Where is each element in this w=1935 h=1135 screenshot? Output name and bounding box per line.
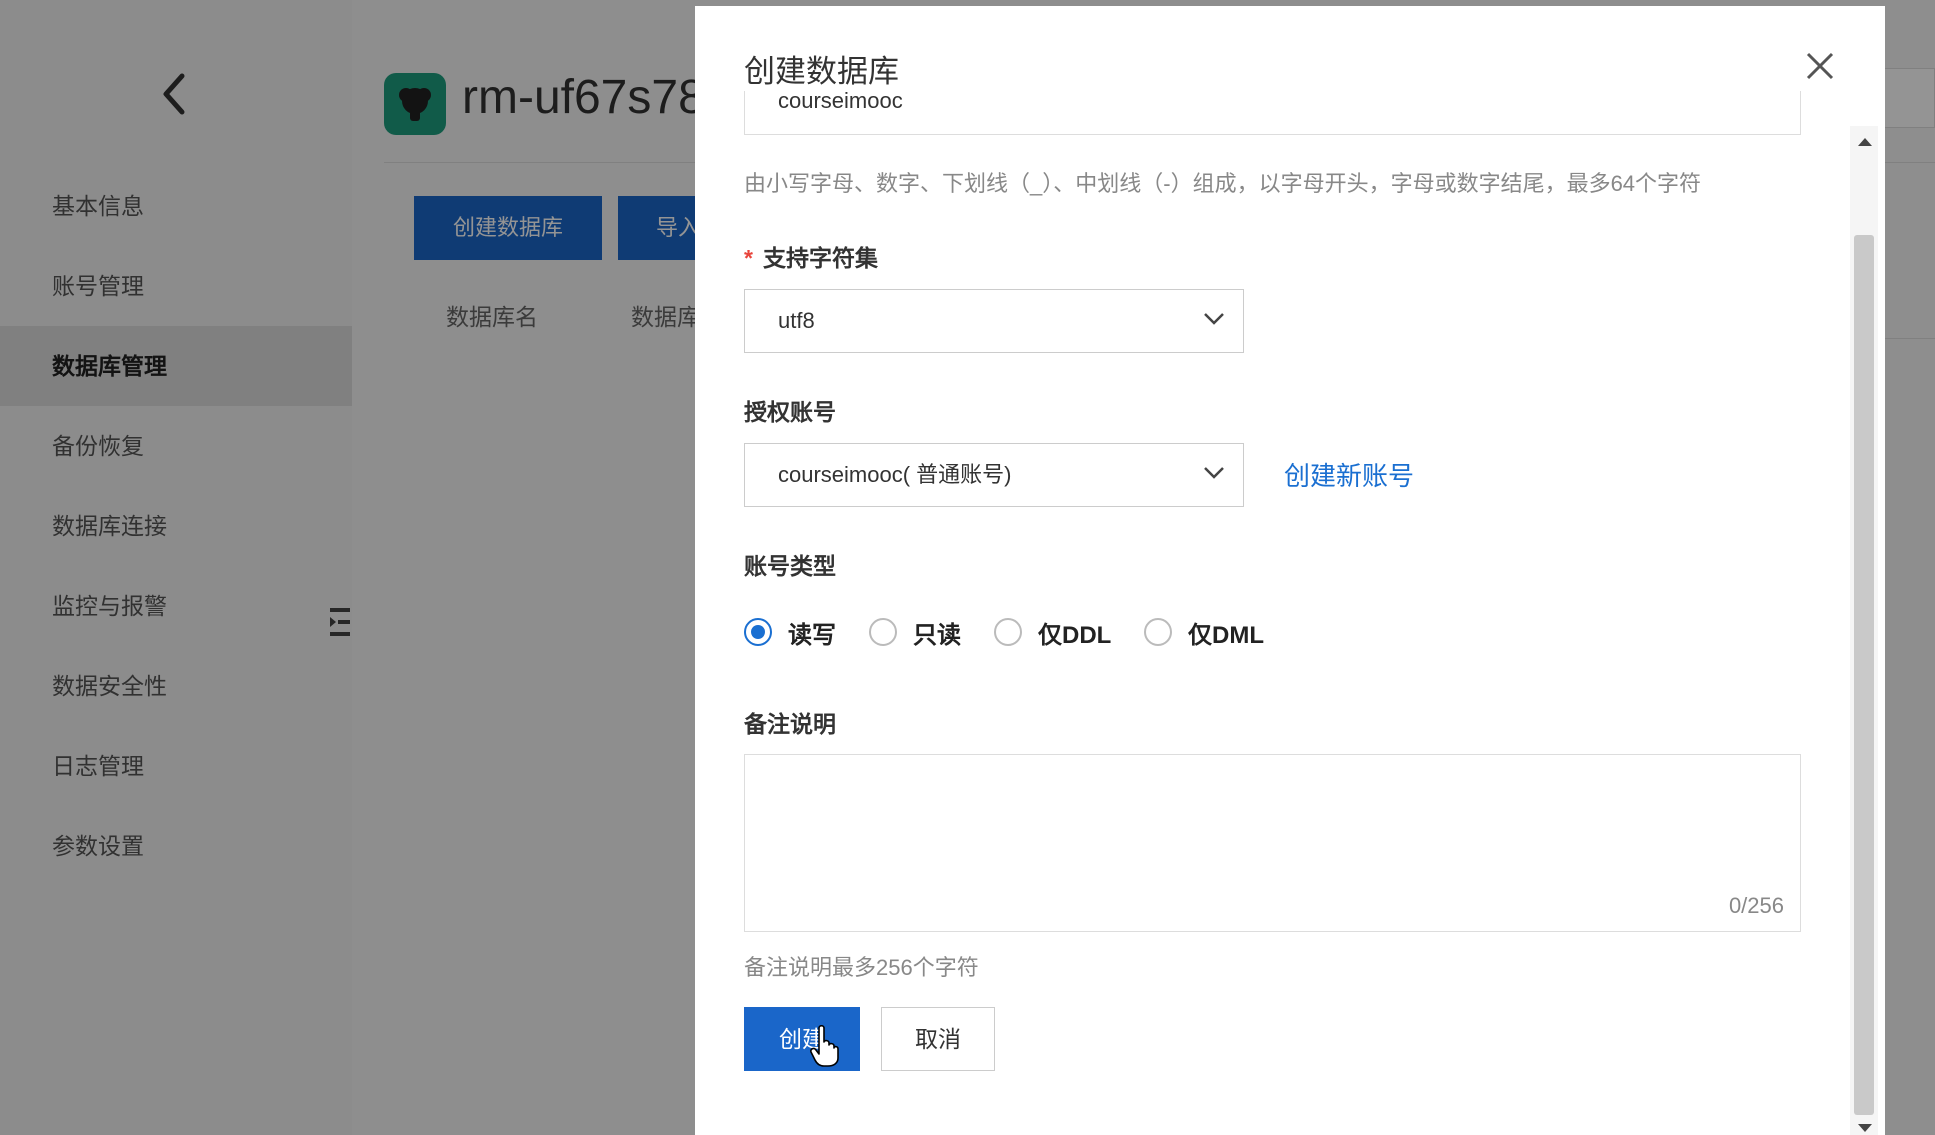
close-icon[interactable] (1800, 46, 1840, 86)
create-button[interactable]: 创建 (744, 1007, 860, 1071)
remark-hint: 备注说明最多256个字符 (744, 955, 979, 980)
database-name-input[interactable]: courseimooc (744, 91, 1801, 135)
radio-circle (994, 618, 1022, 646)
charset-select[interactable]: utf8 (744, 289, 1244, 353)
authorized-account-value: courseimooc( 普通账号) (778, 462, 1012, 487)
charset-label-text: 支持字符集 (762, 245, 878, 271)
cancel-button[interactable]: 取消 (881, 1007, 995, 1071)
scroll-up-arrow-icon[interactable] (1858, 138, 1872, 146)
radio-label: 仅DML (1188, 621, 1264, 649)
radio-label: 仅DDL (1038, 621, 1112, 649)
authorized-account-label: 授权账号 (744, 399, 836, 425)
remark-textarea[interactable]: 0/256 (744, 754, 1801, 932)
account-type-label: 账号类型 (744, 553, 836, 579)
database-name-hint: 由小写字母、数字、下划线（_）、中划线（-）组成，以字母开头，字母或数字结尾，最… (744, 171, 1702, 196)
dialog-scrollbar[interactable] (1850, 126, 1878, 1135)
chevron-down-icon (1204, 467, 1224, 479)
radio-read-write[interactable]: 读写 (744, 612, 836, 652)
charset-label: * 支持字符集 (744, 239, 878, 273)
radio-circle (1144, 618, 1172, 646)
create-new-account-link[interactable]: 创建新账号 (1284, 456, 1414, 493)
radio-circle (869, 618, 897, 646)
scroll-down-arrow-icon[interactable] (1858, 1124, 1872, 1132)
radio-label: 只读 (913, 621, 961, 649)
radio-label: 读写 (788, 621, 836, 649)
authorized-account-select[interactable]: courseimooc( 普通账号) (744, 443, 1244, 507)
scroll-thumb[interactable] (1854, 235, 1874, 1115)
chevron-down-icon (1204, 313, 1224, 325)
radio-dml-only[interactable]: 仅DML (1144, 612, 1264, 652)
radio-circle (744, 618, 772, 646)
remark-label: 备注说明 (744, 711, 836, 737)
radio-ddl-only[interactable]: 仅DDL (994, 612, 1111, 652)
remark-counter: 0/256 (1728, 893, 1784, 918)
radio-read-only[interactable]: 只读 (869, 612, 961, 652)
charset-value: utf8 (778, 308, 815, 333)
hand-cursor-icon (810, 1024, 839, 1067)
create-database-dialog: 创建数据库 courseimooc 由小写字母、数字、下划线（_）、中划线（-）… (695, 6, 1885, 1135)
dialog-title: 创建数据库 (744, 54, 899, 89)
required-marker: * (744, 245, 753, 271)
